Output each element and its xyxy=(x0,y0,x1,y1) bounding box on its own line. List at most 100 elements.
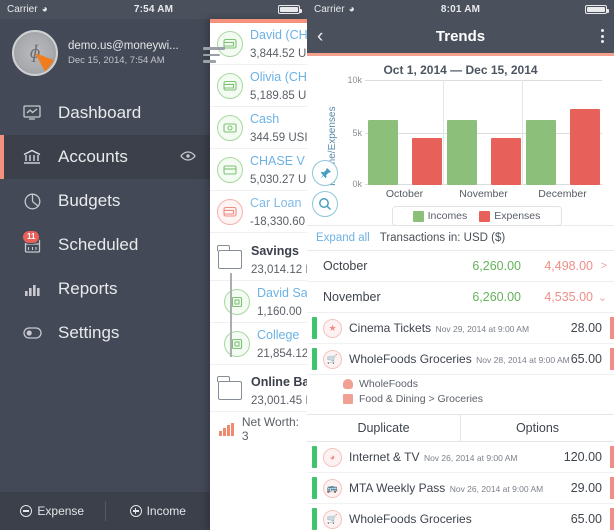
chart-group-november xyxy=(444,80,523,185)
transaction-text: WholeFoods Groceries Nov 28, 2014 at 9:0… xyxy=(349,350,571,368)
y-tick-10k: 10k xyxy=(347,75,362,85)
month-expense: 4,498.00 xyxy=(544,259,593,273)
add-income-button[interactable]: Income xyxy=(106,504,211,518)
legend-item-incomes[interactable]: Incomes xyxy=(412,210,467,222)
legend-swatch-expenses xyxy=(479,210,491,222)
pin-icon[interactable] xyxy=(312,160,338,186)
bar-income-november[interactable] xyxy=(446,120,477,185)
hamburger-menu-icon[interactable] xyxy=(203,47,225,63)
month-row-october[interactable]: October 6,260.00 4,498.00 > xyxy=(307,251,614,282)
options-button[interactable]: Options xyxy=(461,415,614,441)
transaction-name: WholeFoods Groceries xyxy=(349,352,472,366)
eye-icon[interactable] xyxy=(180,148,196,166)
duplicate-button[interactable]: Duplicate xyxy=(307,415,460,441)
legend-item-expenses[interactable]: Expenses xyxy=(479,210,540,222)
row-right-indicator xyxy=(610,508,614,530)
cash-icon xyxy=(217,114,243,141)
account-text: Car Loan -18,330.60 xyxy=(250,194,307,230)
account-name: Olivia (CH xyxy=(250,69,307,84)
bus-icon: 🚌 xyxy=(323,478,342,498)
trends-chart[interactable]: Income/Expenses 10k 5k 0k October Novemb… xyxy=(307,75,614,226)
folder-icon xyxy=(217,376,242,400)
sidebar-item-settings[interactable]: Settings xyxy=(0,311,210,355)
month-name: November xyxy=(323,290,381,304)
bar-income-december[interactable] xyxy=(525,120,556,185)
sidebar-label-accounts: Accounts xyxy=(58,147,128,166)
account-amount: 3,844.52 U xyxy=(250,47,307,60)
person-icon xyxy=(343,378,353,389)
transaction-row-internet-tv[interactable]: ◕ Internet & TV Nov 26, 2014 at 9:00 AM … xyxy=(307,442,614,473)
sidebar-item-accounts[interactable]: Accounts xyxy=(0,135,210,179)
credit-card-icon xyxy=(217,156,243,183)
row-right-indicator xyxy=(610,317,614,339)
sidebar-item-scheduled[interactable]: 11 Scheduled xyxy=(0,223,210,267)
account-row-7[interactable]: College 21,854.12 xyxy=(210,323,307,365)
status-bar-right: Carrier ◕ 8:01 AM xyxy=(307,0,614,19)
bar-expense-december[interactable] xyxy=(569,109,600,185)
y-tick-0k: 0k xyxy=(352,179,362,189)
bar-expense-november[interactable] xyxy=(490,138,521,185)
transaction-row-wholefoods-1[interactable]: 🛒 WholeFoods Groceries Nov 28, 2014 at 9… xyxy=(307,344,614,375)
sidebar-label-settings: Settings xyxy=(58,323,120,342)
savings-icon xyxy=(224,330,250,357)
sidebar-item-dashboard[interactable]: Dashboard xyxy=(0,91,210,135)
search-icon[interactable] xyxy=(312,191,338,217)
row-indicator xyxy=(312,508,317,530)
bar-expense-october[interactable] xyxy=(411,138,442,185)
month-row-november[interactable]: November 6,260.00 4,535.00 ⌄ xyxy=(307,282,614,313)
plus-circle-icon xyxy=(129,505,142,517)
pie-chart-icon xyxy=(18,193,46,210)
sidebar-item-budgets[interactable]: Budgets xyxy=(0,179,210,223)
sidebar-label-reports: Reports xyxy=(58,279,118,298)
kebab-menu-icon[interactable] xyxy=(601,29,604,43)
wifi-icon: ◕ xyxy=(323,447,342,467)
account-row-1[interactable]: Olivia (CH 5,189.85 U xyxy=(210,65,307,107)
account-text: CHASE V 5,030.27 U xyxy=(250,152,307,188)
row-right-indicator xyxy=(610,348,614,370)
dual-phone-screenshot: Carrier ◕ 7:54 AM ɸ demo.us@moneywi... D… xyxy=(0,0,614,530)
transaction-amount: 65.00 xyxy=(570,512,602,526)
transaction-row-wholefoods-2[interactable]: 🛒 WholeFoods Groceries 65.00 xyxy=(307,504,614,530)
phone-right-trends: Carrier ◕ 8:01 AM ‹ Trends Oct 1, 2014 —… xyxy=(307,0,614,530)
expand-all-button[interactable]: Expand all xyxy=(316,232,370,244)
payee-label: WholeFoods xyxy=(359,377,418,390)
tree-connector xyxy=(230,273,232,357)
sidebar: ɸ demo.us@moneywi... Dec 15, 2014, 7:54 … xyxy=(0,19,225,530)
transaction-payee: WholeFoods xyxy=(343,376,614,391)
avatar[interactable]: ɸ xyxy=(12,30,58,76)
account-amount: 23,014.12 I xyxy=(251,263,307,276)
account-group-savings[interactable]: Savings 23,014.12 I xyxy=(210,239,307,281)
net-worth-label: Net Worth: 3 xyxy=(241,415,300,443)
transaction-name: Cinema Tickets xyxy=(349,321,432,335)
account-text: Savings 23,014.12 I xyxy=(251,242,307,278)
bar-income-october[interactable] xyxy=(367,120,398,185)
row-action-bar: Duplicate Options xyxy=(307,414,614,442)
transaction-row-cinema-tickets[interactable]: ★ Cinema Tickets Nov 29, 2014 at 9:00 AM… xyxy=(307,313,614,344)
account-row-6[interactable]: David Sа 1,160.00 xyxy=(210,281,307,323)
transactions-currency-label[interactable]: Transactions in: USD ($) xyxy=(380,232,505,244)
cart-icon: 🛒 xyxy=(323,509,342,529)
net-worth-row[interactable]: Net Worth: 3 xyxy=(210,412,307,446)
back-chevron-icon[interactable]: ‹ xyxy=(317,27,323,46)
transaction-text: WholeFoods Groceries xyxy=(349,510,571,528)
account-group-online-banking[interactable]: Online Bа 23,001.45 I xyxy=(210,370,307,412)
transaction-text: Internet & TV Nov 26, 2014 at 9:00 AM xyxy=(349,448,564,466)
profile-header[interactable]: ɸ demo.us@moneywi... Dec 15, 2014, 7:54 … xyxy=(0,19,210,87)
account-text: College 21,854.12 xyxy=(257,326,307,362)
star-icon: ★ xyxy=(323,318,342,338)
account-name: CHASE V xyxy=(250,153,305,168)
transaction-meta-group: WholeFoods Food & Dining > Groceries xyxy=(307,375,614,407)
account-row-2[interactable]: Cash 344.59 USI xyxy=(210,107,307,149)
account-name: David Sа xyxy=(257,285,307,300)
sidebar-item-reports[interactable]: Reports xyxy=(0,267,210,311)
status-time: 7:54 AM xyxy=(133,4,174,15)
chevron-right-icon: > xyxy=(600,260,607,272)
chart-bars xyxy=(365,80,602,185)
status-battery xyxy=(585,5,609,14)
add-expense-button[interactable]: Expense xyxy=(0,504,105,518)
account-row-3[interactable]: CHASE V 5,030.27 U xyxy=(210,149,307,191)
transaction-row-mta-weekly-pass[interactable]: 🚌 MTA Weekly Pass Nov 26, 2014 at 9:00 A… xyxy=(307,473,614,504)
account-amount: 5,189.85 U xyxy=(250,89,307,102)
chart-x-labels: October November December xyxy=(365,188,602,200)
account-row-4[interactable]: Car Loan -18,330.60 xyxy=(210,191,307,233)
